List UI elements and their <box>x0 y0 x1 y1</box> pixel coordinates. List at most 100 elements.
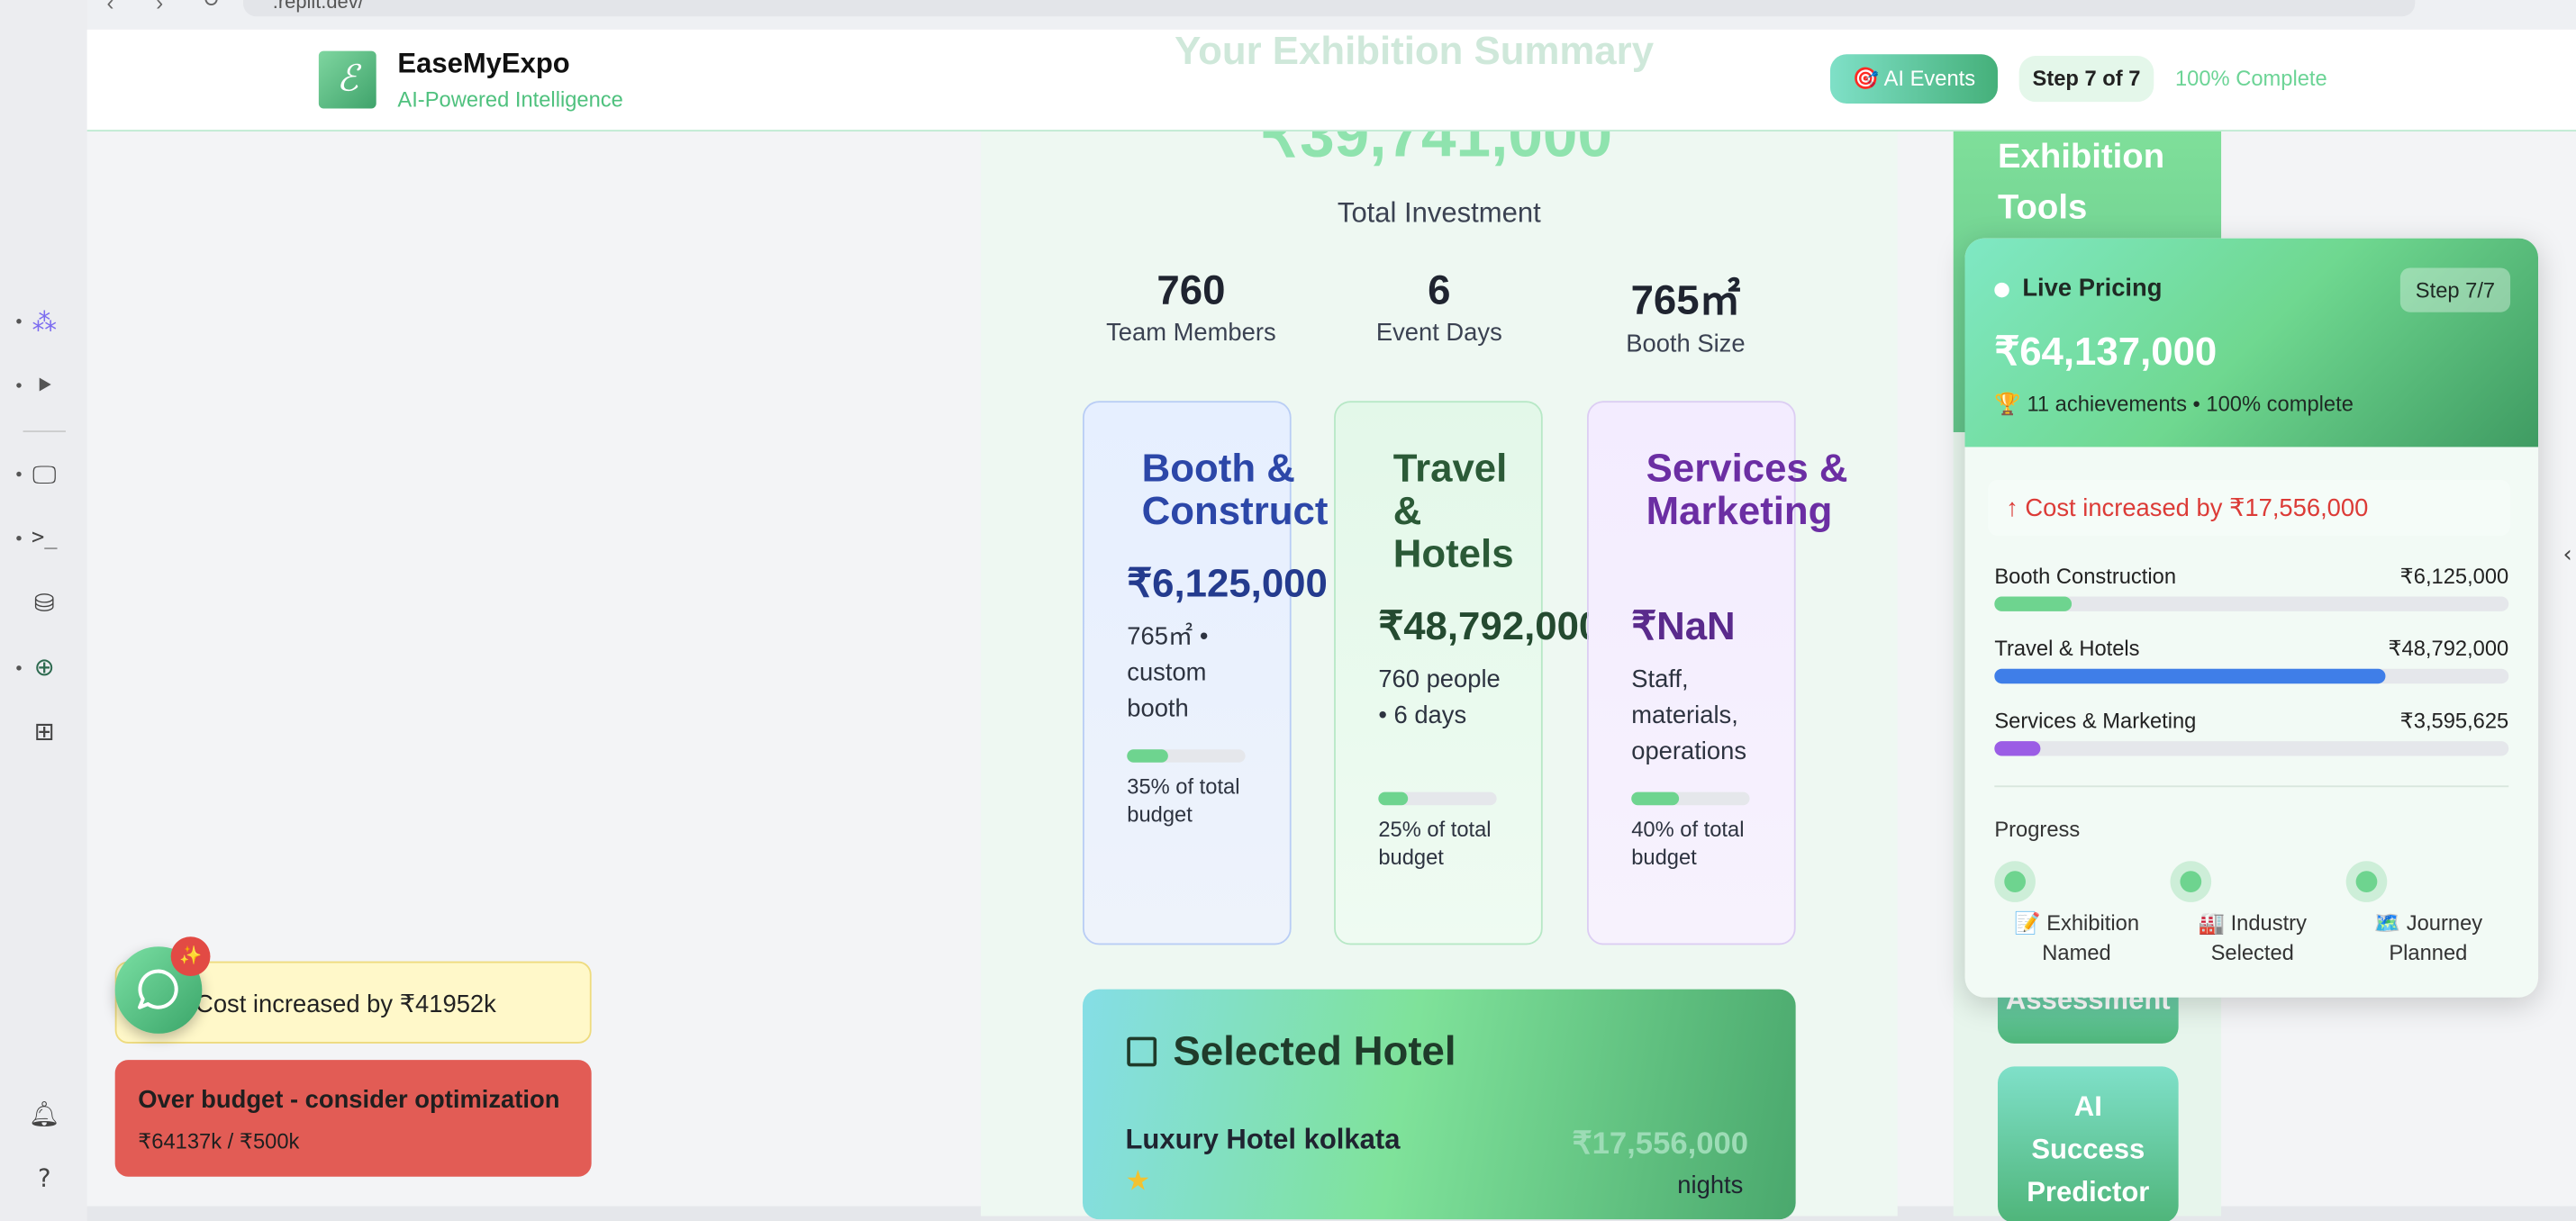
milestone-marker <box>1994 861 2036 902</box>
rail-dot <box>16 319 22 324</box>
url-text: .replit.dev/ <box>272 0 364 14</box>
brand-name: EaseMyExpo <box>397 47 570 79</box>
budget-share-fill <box>1631 791 1679 806</box>
exhibition-tools-title: Exhibition Tools <box>1998 131 2164 233</box>
tools-title-line: Tools <box>1997 188 2088 227</box>
bell-icon[interactable]: 🔔︎ <box>28 1098 60 1131</box>
tools-title-line: Exhibition <box>1997 138 2165 176</box>
predictor-line: Predictor <box>2027 1176 2150 1208</box>
pricing-item-value: ₹48,792,000 <box>2388 636 2509 661</box>
live-pricing-total: ₹64,137,000 <box>1994 330 2218 375</box>
pricing-item-bar <box>1994 668 2509 684</box>
brand-tagline: AI-Powered Intelligence <box>397 86 623 113</box>
terminal-icon[interactable]: >_ <box>28 522 60 556</box>
toast-title: Over budget - consider optimization <box>138 1086 560 1115</box>
hotel-checkbox-icon[interactable] <box>1127 1036 1157 1067</box>
pricing-item-fill <box>1994 596 2072 611</box>
breakdown-card-travel[interactable]: Travel & Hotels ₹48,792,000 760 people •… <box>1334 401 1601 945</box>
breakdown-amount: ₹48,792,000 <box>1378 604 1601 649</box>
budget-share-label: 35% of total budget <box>1127 773 1240 827</box>
breakdown-desc: Staff, materials, operations <box>1631 665 1747 766</box>
rail-divider <box>23 430 66 432</box>
total-investment-label: Total Investment <box>1337 197 1541 229</box>
pricing-item-fill <box>1994 741 2041 756</box>
budget-share-label: 40% of total budget <box>1631 817 1745 870</box>
budget-share-bar <box>1378 791 1497 806</box>
toast-detail: ₹64137k / ₹500k <box>138 1128 300 1154</box>
stat-label: Event Days <box>1375 319 1502 348</box>
milestone-marker <box>2170 861 2212 902</box>
breakdown-card-services[interactable]: Services & Marketing ₹NaN Staff, materia… <box>1586 401 1848 945</box>
budget-share-fill <box>1378 791 1409 806</box>
milestone-line: Planned <box>2389 939 2468 965</box>
achievements-text: 🏆 11 achievements • 100% complete <box>1994 391 2354 416</box>
breakdown-desc: 765㎡ • custom booth <box>1127 622 1209 723</box>
live-pricing-title: Live Pricing <box>2022 274 2163 303</box>
monitor-icon[interactable]: 🖵 <box>28 458 60 491</box>
reload-icon[interactable]: ↻ <box>202 0 220 14</box>
budget-share-fill <box>1127 749 1169 763</box>
collapse-chevron-icon[interactable]: ‹ <box>2562 542 2571 568</box>
milestone-label: 📝 Exhibition Named <box>1994 909 2158 968</box>
map-icon: 🗺️ <box>2373 910 2401 936</box>
breakdown-desc: 760 people • 6 days <box>1378 665 1501 730</box>
budget-share-bar <box>1631 791 1750 806</box>
stat-value: 760 <box>1156 267 1226 314</box>
url-field[interactable]: .replit.dev/ <box>242 0 2416 17</box>
predictor-line: Success <box>2031 1134 2145 1165</box>
help-icon[interactable]: ? <box>28 1162 60 1195</box>
all-tools-icon[interactable]: ⊞ <box>28 715 60 748</box>
agent-icon[interactable]: ⯈ <box>28 370 60 403</box>
milestone-label: 🗺️ Journey Planned <box>2346 909 2510 968</box>
database-icon[interactable]: ⛁ <box>28 587 60 620</box>
pricing-item-value: ₹6,125,000 <box>2399 563 2509 589</box>
rail-dot <box>16 383 22 388</box>
milestone-line: Journey <box>2406 910 2483 936</box>
stat-label: Team Members <box>1106 319 1276 348</box>
rail-dot <box>16 535 22 541</box>
breakdown-title: Travel & Hotels <box>1392 447 1514 577</box>
stat-label: Booth Size <box>1626 330 1746 358</box>
pricing-item-label: Travel & Hotels <box>1994 636 2140 661</box>
completion-status: 100% Complete <box>2174 66 2327 91</box>
selected-hotel-heading: Selected Hotel <box>1127 1028 1456 1076</box>
live-dot-icon <box>1994 282 2009 298</box>
rail-dot <box>16 471 22 477</box>
toast-text: Cost increased by ₹41952k <box>195 990 496 1019</box>
pricing-item-label: Booth Construction <box>1994 563 2177 589</box>
over-budget-toast[interactable]: Over budget - consider optimization ₹641… <box>114 1060 592 1177</box>
milestone-check-icon <box>2355 871 2378 892</box>
milestone-line: Industry <box>2230 910 2307 936</box>
milestone-check-icon <box>2180 871 2202 892</box>
cost-alert: ↑ Cost increased by ₹17,556,000 <box>1988 479 2511 536</box>
progress-label: Progress <box>1994 817 2081 842</box>
stat-value: 765㎡ <box>1630 277 1741 324</box>
left-rail: ⁂ ⯈ 🖵 >_ ⛁ ⊕ ⊞ 🔔︎ ? <box>0 0 87 1221</box>
live-pricing-step: Step 7/7 <box>2399 267 2511 312</box>
live-pricing-panel: Live Pricing Step 7/7 ₹64,137,000 🏆 11 a… <box>1964 238 2539 998</box>
forward-icon[interactable]: › <box>156 0 163 14</box>
summary-title-faded: Your Exhibition Summary <box>1175 29 1655 75</box>
pricing-item-bar <box>1994 741 2509 756</box>
stat-team-members: 760 Team Members <box>1076 267 1306 347</box>
pricing-item-fill <box>1994 668 2386 684</box>
back-icon[interactable]: ‹ <box>107 0 114 14</box>
star-icon: ★ <box>1125 1164 1151 1198</box>
predictor-line: AI <box>2073 1090 2102 1123</box>
milestone-line: Exhibition <box>2046 910 2140 936</box>
milestone-check-icon <box>2004 871 2026 892</box>
stat-booth-size: 765㎡ Booth Size <box>1571 267 1800 357</box>
memo-icon: 📝 <box>2014 910 2041 936</box>
breakdown-title: Services & Marketing <box>1646 447 1848 535</box>
apps-grid-icon[interactable]: ⁂ <box>28 305 60 339</box>
breakdown-amount: ₹NaN <box>1631 604 1736 649</box>
breakdown-card-booth[interactable]: Booth & Construct ₹6,125,000 765㎡ • cust… <box>1083 401 1328 945</box>
milestone-label: 🏭 Industry Selected <box>2171 909 2335 968</box>
globe-icon[interactable]: ⊕ <box>28 651 60 684</box>
stat-value: 6 <box>1428 267 1451 314</box>
milestone-line: Named <box>2042 939 2111 965</box>
ai-success-predictor-button[interactable]: AI Success Predictor <box>1997 1066 2179 1221</box>
ai-events-button[interactable]: 🎯 AI Events <box>1829 54 1998 104</box>
brand-logo[interactable]: ℰ <box>318 50 376 109</box>
budget-share-label: 25% of total budget <box>1378 817 1492 870</box>
